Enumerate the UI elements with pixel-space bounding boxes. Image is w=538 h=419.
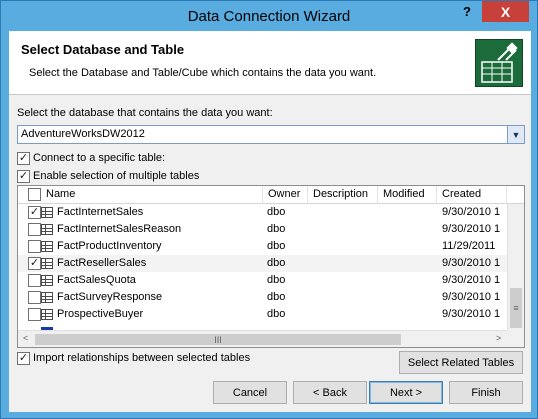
table-header: Name Owner Description Modified Created [18,186,524,204]
row-owner: dbo [267,257,286,269]
database-value: AdventureWorksDW2012 [21,128,145,140]
row-name: FactResellerSales [57,257,147,269]
row-owner: dbo [267,274,286,286]
wizard-header: Select Database and Table Select the Dat… [9,31,531,95]
table-row[interactable]: FactSalesQuota dbo 9/30/2010 1 [18,272,507,289]
close-button[interactable]: X [482,1,529,22]
table-icon [41,275,53,286]
row-name: FactInternetSalesReason [57,223,182,235]
row-name: FactSurveyResponse [57,291,163,303]
row-checkbox[interactable] [28,223,41,236]
row-owner: dbo [267,240,286,252]
row-created: 9/30/2010 1 [442,291,501,303]
table-row[interactable]: ProspectiveBuyer dbo 9/30/2010 1 [18,306,507,323]
enable-multiple-label: Enable selection of multiple tables [33,170,200,182]
table-row[interactable]: FactInternetSalesReason dbo 9/30/2010 1 [18,221,507,238]
table-row-partial[interactable] [18,323,507,330]
column-header-owner[interactable]: Owner [263,186,308,204]
select-related-tables-button[interactable]: Select Related Tables [399,351,523,374]
dialog-body: Select Database and Table Select the Dat… [9,31,531,412]
table-icon [41,292,53,303]
table-row[interactable]: ✓ FactResellerSales dbo 9/30/2010 1 [18,255,507,272]
finish-button[interactable]: Finish [449,381,523,404]
table-icon [41,241,53,252]
row-created: 9/30/2010 1 [442,274,501,286]
vertical-scroll-thumb[interactable]: ≡ [510,288,522,328]
row-name: ProspectiveBuyer [57,308,144,320]
page-subtitle: Select the Database and Table/Cube which… [29,67,377,79]
chevron-down-icon[interactable]: ▼ [507,126,524,143]
row-created: 11/29/2011 [442,240,496,252]
connect-specific-checkbox[interactable]: ✓ [17,152,30,165]
database-connection-icon [475,39,523,87]
enable-multiple-checkbox[interactable]: ✓ [17,170,30,183]
table-icon [41,207,53,218]
row-checkbox[interactable] [28,274,41,287]
row-created: 9/30/2010 1 [442,223,501,235]
cancel-button[interactable]: Cancel [213,381,287,404]
table-icon [41,258,53,269]
dialog-window: Data Connection Wizard ? X Select Databa… [0,0,538,419]
page-title: Select Database and Table [21,42,185,57]
back-button[interactable]: < Back [293,381,367,404]
table-list: Name Owner Description Modified Created … [17,185,525,348]
title-bar[interactable]: Data Connection Wizard ? X [1,1,537,31]
column-header-created[interactable]: Created [437,186,507,204]
row-name: FactProductInventory [57,240,162,252]
scroll-right-icon[interactable]: > [496,333,501,343]
row-checkbox[interactable] [28,291,41,304]
row-owner: dbo [267,223,286,235]
table-row[interactable]: FactSurveyResponse dbo 9/30/2010 1 [18,289,507,306]
row-owner: dbo [267,291,286,303]
table-icon [41,309,53,320]
horizontal-scrollbar[interactable]: < III > [18,330,507,347]
import-relationships-checkbox[interactable]: ✓ [17,352,30,365]
scroll-corner [507,330,524,347]
row-checkbox[interactable] [28,308,41,321]
database-select[interactable]: AdventureWorksDW2012 ▼ [17,125,525,144]
table-icon [41,224,53,235]
help-button[interactable]: ? [454,1,480,22]
table-row[interactable]: ✓ FactInternetSales dbo 9/30/2010 1 [18,204,507,221]
scroll-left-icon[interactable]: < [23,333,28,343]
column-header-description[interactable]: Description [308,186,378,204]
row-created: 9/30/2010 1 [442,206,501,218]
column-header-name[interactable]: Name [41,186,263,204]
connect-specific-label: Connect to a specific table: [33,152,166,164]
row-checkbox[interactable] [28,240,41,253]
row-checkbox[interactable]: ✓ [28,257,41,270]
row-created: 9/30/2010 1 [442,308,501,320]
row-checkbox[interactable]: ✓ [28,206,41,219]
next-button[interactable]: Next > [369,381,443,404]
vertical-scrollbar[interactable]: ≡ [507,204,524,330]
column-header-modified[interactable]: Modified [378,186,437,204]
table-row[interactable]: FactProductInventory dbo 11/29/2011 [18,238,507,255]
row-name: FactInternetSales [57,206,144,218]
row-name: FactSalesQuota [57,274,136,286]
horizontal-scroll-thumb[interactable]: III [35,334,401,345]
database-label: Select the database that contains the da… [17,107,273,119]
row-owner: dbo [267,206,286,218]
import-relationships-label: Import relationships between selected ta… [33,352,251,364]
select-all-checkbox[interactable] [28,188,41,201]
row-owner: dbo [267,308,286,320]
row-created: 9/30/2010 1 [442,257,501,269]
